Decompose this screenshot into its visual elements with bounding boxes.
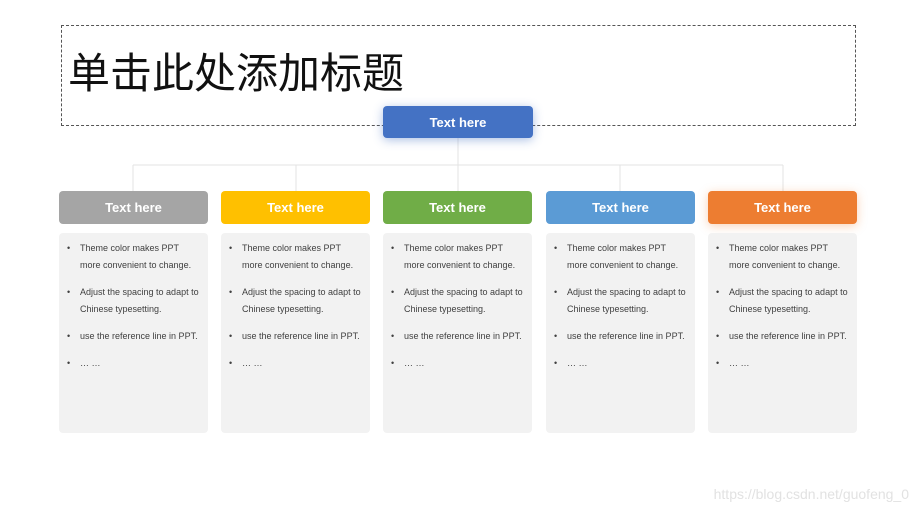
bullet-list: Theme color makes PPT more convenient to… — [716, 240, 849, 372]
bullet-item: … … — [391, 355, 524, 372]
column-header-label: Text here — [267, 200, 324, 215]
column-header-3[interactable]: Text here — [383, 191, 532, 224]
bullet-item: use the reference line in PPT. — [391, 328, 524, 345]
bullet-item: use the reference line in PPT. — [716, 328, 849, 345]
column-header-5[interactable]: Text here — [708, 191, 857, 224]
bullet-list: Theme color makes PPT more convenient to… — [67, 240, 200, 372]
column-body-3[interactable]: Theme color makes PPT more convenient to… — [383, 233, 532, 433]
bullet-list: Theme color makes PPT more convenient to… — [229, 240, 362, 372]
column-header-label: Text here — [429, 200, 486, 215]
bullet-item: use the reference line in PPT. — [554, 328, 687, 345]
bullet-item: Theme color makes PPT more convenient to… — [391, 240, 524, 274]
bullet-list: Theme color makes PPT more convenient to… — [391, 240, 524, 372]
root-node[interactable]: Text here — [383, 106, 533, 138]
column-body-4[interactable]: Theme color makes PPT more convenient to… — [546, 233, 695, 433]
column-body-5[interactable]: Theme color makes PPT more convenient to… — [708, 233, 857, 433]
bullet-item: Adjust the spacing to adapt to Chinese t… — [554, 284, 687, 318]
column-header-label: Text here — [105, 200, 162, 215]
bullet-item: Adjust the spacing to adapt to Chinese t… — [716, 284, 849, 318]
bullet-item: use the reference line in PPT. — [229, 328, 362, 345]
bullet-item: Theme color makes PPT more convenient to… — [554, 240, 687, 274]
bullet-item: … … — [229, 355, 362, 372]
slide-title: 单击此处添加标题 — [68, 49, 405, 98]
bullet-item: Adjust the spacing to adapt to Chinese t… — [391, 284, 524, 318]
column-header-1[interactable]: Text here — [59, 191, 208, 224]
column-header-label: Text here — [754, 200, 811, 215]
bullet-item: Theme color makes PPT more convenient to… — [67, 240, 200, 274]
bullet-item: … … — [67, 355, 200, 372]
column-body-2[interactable]: Theme color makes PPT more convenient to… — [221, 233, 370, 433]
bullet-item: use the reference line in PPT. — [67, 328, 200, 345]
column-header-label: Text here — [592, 200, 649, 215]
column-body-1[interactable]: Theme color makes PPT more convenient to… — [59, 233, 208, 433]
bullet-item: Adjust the spacing to adapt to Chinese t… — [67, 284, 200, 318]
column-header-2[interactable]: Text here — [221, 191, 370, 224]
bullet-item: Theme color makes PPT more convenient to… — [229, 240, 362, 274]
bullet-list: Theme color makes PPT more convenient to… — [554, 240, 687, 372]
bullet-item: Adjust the spacing to adapt to Chinese t… — [229, 284, 362, 318]
column-header-4[interactable]: Text here — [546, 191, 695, 224]
slide: 单击此处添加标题 Text here Text here Theme color… — [0, 0, 917, 512]
bullet-item: … … — [554, 355, 687, 372]
bullet-item: Theme color makes PPT more convenient to… — [716, 240, 849, 274]
watermark: https://blog.csdn.net/guofeng_0 — [713, 486, 909, 502]
root-node-label: Text here — [429, 114, 487, 130]
bullet-item: … … — [716, 355, 849, 372]
